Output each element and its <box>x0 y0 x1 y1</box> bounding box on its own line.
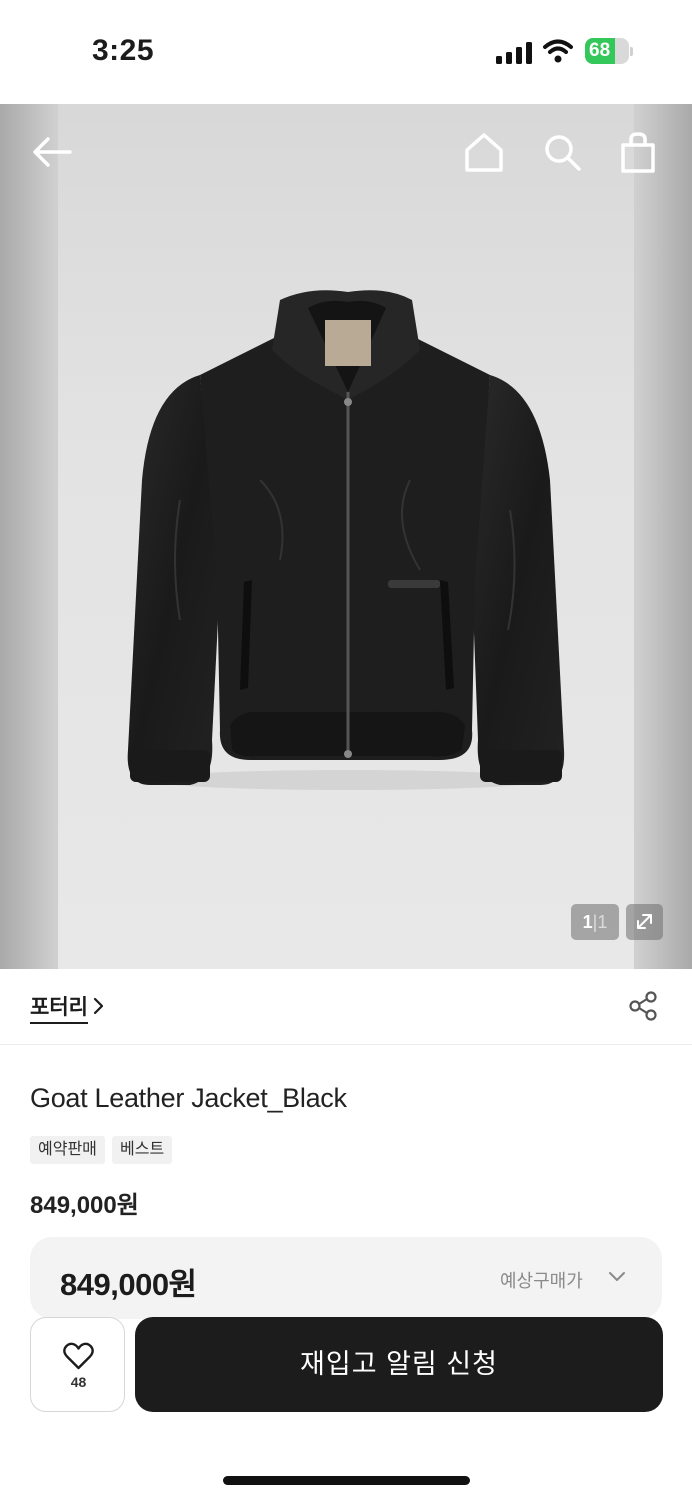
product-image-gallery[interactable]: 1|1 <box>0 104 692 969</box>
battery-level: 68 <box>589 40 611 61</box>
expected-price-panel[interactable]: 849,000원 예상구매가 <box>30 1237 662 1319</box>
product-price: 849,000원 <box>30 1192 139 1219</box>
restock-alert-button[interactable]: 재입고 알림 신청 <box>135 1317 663 1412</box>
wishlist-button[interactable]: 48 <box>30 1317 125 1412</box>
image-pager: 1|1 <box>571 904 619 940</box>
home-icon[interactable] <box>462 130 506 174</box>
status-time: 3:25 <box>92 34 155 67</box>
shopping-bag-icon[interactable] <box>616 130 660 174</box>
brand-row[interactable]: 포터리 <box>0 969 692 1045</box>
brand-name-link[interactable]: 포터리 <box>30 991 88 1024</box>
wishlist-count: 48 <box>70 1374 87 1390</box>
chevron-right-icon <box>93 997 104 1015</box>
tag-preorder: 예약판매 <box>30 1136 105 1164</box>
battery-icon: 68 <box>585 38 633 64</box>
search-icon[interactable] <box>540 130 584 174</box>
product-title: Goat Leather Jacket_Black <box>30 1083 347 1113</box>
back-arrow-icon[interactable] <box>30 130 74 174</box>
pager-total: 1 <box>597 912 608 932</box>
wifi-icon <box>543 39 573 63</box>
pager-current: 1 <box>582 912 593 932</box>
expected-price-label: 예상구매가 <box>500 1271 583 1291</box>
expand-icon[interactable] <box>626 904 663 940</box>
share-icon[interactable] <box>627 990 659 1022</box>
home-indicator <box>223 1476 470 1485</box>
signal-icon <box>496 42 532 64</box>
tag-best: 베스트 <box>112 1136 173 1164</box>
expected-price: 849,000원 <box>60 1267 197 1302</box>
status-bar: 3:25 68 <box>0 0 692 104</box>
heart-icon <box>63 1342 94 1370</box>
jacket-product-image <box>127 290 565 790</box>
chevron-down-icon[interactable] <box>608 1271 626 1283</box>
